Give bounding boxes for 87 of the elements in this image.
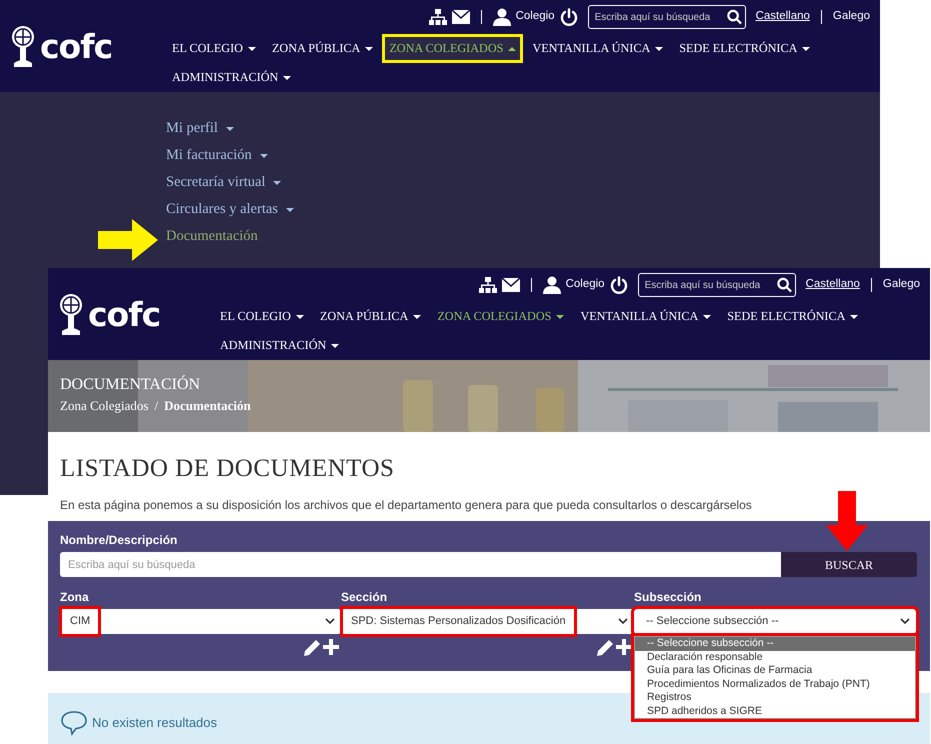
user-icon[interactable] <box>542 276 561 294</box>
section-heading: LISTADO DE DOCUMENTOS <box>60 454 396 484</box>
logo[interactable]: cofc <box>88 298 160 330</box>
description-text: En esta página ponemos a su disposición los archivos que el departamento genera para que pueda consultarlos o descargárselos <box>60 497 753 514</box>
nav-item[interactable]: SEDE ELECTRÓNICA <box>720 302 866 331</box>
chevron-icon <box>900 618 910 625</box>
field-label: Nombre/Descripción <box>60 532 178 549</box>
breadcrumb-separator: / <box>154 396 158 415</box>
page-title: DOCUMENTACIÓN <box>60 376 202 394</box>
language-link[interactable]: Galego <box>882 276 920 294</box>
submenu-item[interactable]: Mi perfil <box>166 115 234 142</box>
caret-icon <box>273 180 282 184</box>
nav-item[interactable]: EL COLEGIO <box>165 34 263 63</box>
plus-icon[interactable] <box>323 639 339 655</box>
pencil-icon[interactable] <box>597 639 614 656</box>
arrow-icon <box>826 491 868 551</box>
submenu-item[interactable]: Circulares y alertas <box>166 196 294 223</box>
dropdown-option[interactable]: Registros <box>635 691 915 704</box>
mail-icon[interactable] <box>452 10 470 24</box>
caret-icon <box>703 314 712 318</box>
pencil-icon[interactable] <box>304 639 321 656</box>
logo[interactable]: cofc <box>40 30 112 62</box>
chevron-icon <box>325 618 335 625</box>
search-icon[interactable] <box>776 277 792 293</box>
caret-icon <box>286 208 294 212</box>
nav-item[interactable]: ADMINISTRACIÓN <box>213 331 346 360</box>
dropdown-option[interactable]: Declaración responsable <box>635 650 915 664</box>
caret-icon <box>413 314 422 318</box>
nav-item[interactable]: EL COLEGIO <box>213 302 311 331</box>
sitemap-icon[interactable] <box>478 277 497 293</box>
language-link[interactable]: Castellano <box>756 8 810 26</box>
speech-bubble-icon <box>60 710 88 736</box>
nav-item[interactable]: ZONA PÚBLICA <box>312 302 428 331</box>
nav-item[interactable]: ADMINISTRACIÓN <box>165 63 298 92</box>
alert-text: No existen resultados <box>92 714 218 732</box>
dropdown-option[interactable]: -- Seleccione subsección -- <box>635 637 915 650</box>
field-label: Subsección <box>634 589 702 606</box>
caret-icon <box>248 46 256 50</box>
user-label: Colegio <box>566 277 605 292</box>
search-button[interactable]: BUSCAR <box>781 552 917 577</box>
arrow-icon <box>98 219 158 261</box>
power-icon[interactable] <box>610 276 628 294</box>
search-box[interactable]: Escriba aquí su búsqueda <box>638 273 796 297</box>
nav-item[interactable]: ZONA COLEGIADOS <box>430 302 572 331</box>
dropdown-option[interactable]: Guía para las Oficinas de Farmacia <box>635 664 915 678</box>
chevron-icon <box>618 618 628 625</box>
caret-icon <box>296 314 304 318</box>
caret-icon <box>331 344 340 348</box>
caret-icon <box>655 46 664 50</box>
caret-icon <box>508 46 516 50</box>
select-field[interactable]: SPD: Sistemas Personalizados Dosificación <box>341 609 634 634</box>
submenu-item[interactable]: Mi facturación <box>166 142 268 169</box>
plus-icon[interactable] <box>616 639 632 655</box>
caret-icon <box>226 126 234 130</box>
mail-icon[interactable] <box>502 278 520 292</box>
submenu-item[interactable]: Documentación <box>166 223 258 250</box>
caret-icon <box>365 46 374 50</box>
breadcrumb-link[interactable]: Zona Colegiados <box>60 396 148 416</box>
nav-item[interactable]: VENTANILLA ÚNICA <box>525 34 670 63</box>
select-field[interactable]: CIM <box>60 609 341 634</box>
search-input[interactable]: Escriba aquí su búsqueda <box>594 10 727 24</box>
nav-item[interactable]: SEDE ELECTRÓNICA <box>672 34 818 63</box>
nav-item[interactable]: VENTANILLA ÚNICA <box>573 302 718 331</box>
caret-icon <box>556 314 564 318</box>
submenu-item[interactable]: Secretaría virtual <box>166 169 282 196</box>
search-input[interactable]: Escriba aquí su búsqueda <box>644 278 777 292</box>
caret-icon <box>802 46 810 50</box>
field-label: Sección <box>341 589 388 606</box>
nav-item[interactable]: ZONA PÚBLICA <box>264 34 380 63</box>
sitemap-icon[interactable] <box>428 9 447 25</box>
field-label: Zona <box>60 589 90 606</box>
breadcrumb-current: Documentación <box>164 396 251 415</box>
select-field[interactable]: -- Seleccione subsección -- <box>634 609 916 634</box>
caret-icon <box>283 76 292 80</box>
caret-icon <box>850 314 858 318</box>
power-icon[interactable] <box>560 8 578 26</box>
user-label: Colegio <box>516 9 555 24</box>
search-field[interactable]: Escriba aquí su búsqueda <box>60 552 781 577</box>
nav-item[interactable]: ZONA COLEGIADOS <box>382 34 524 63</box>
caret-icon <box>260 154 268 158</box>
dropdown-option[interactable]: Procedimientos Normalizados de Trabajo (PNT) <box>635 678 915 691</box>
search-icon[interactable] <box>726 9 742 25</box>
dropdown-option[interactable]: SPD adheridos a SIGRE <box>635 704 915 718</box>
language-link[interactable]: Castellano <box>806 276 860 294</box>
language-link[interactable]: Galego <box>832 8 870 26</box>
search-box[interactable]: Escriba aquí su búsqueda <box>588 5 746 29</box>
user-icon[interactable] <box>492 8 511 26</box>
